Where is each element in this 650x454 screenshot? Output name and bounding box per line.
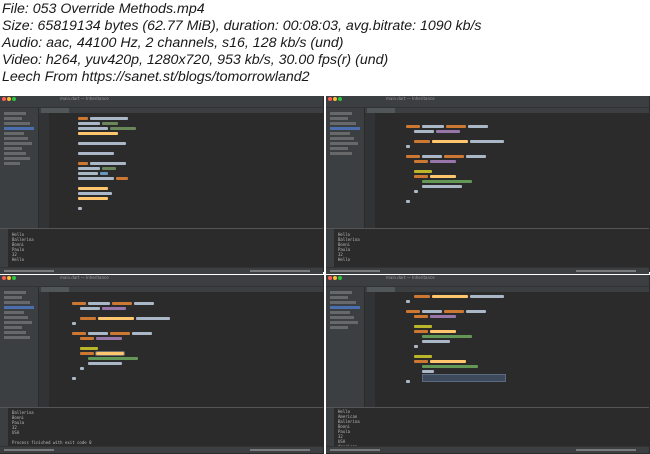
zoom-window-icon[interactable] [12,97,16,101]
output-line: Hello [338,257,351,262]
output-line: Process finished with exit code 0 [12,440,92,445]
output-line: USA [12,430,20,435]
code-editor[interactable] [0,113,323,228]
size-line: Size: 65819134 bytes (62.77 MiB), durati… [2,18,482,34]
ide-screenshot-2: main.dart — Inheritance Hello Ballerina … [326,96,649,274]
close-window-icon[interactable] [2,97,6,101]
autocomplete-popup[interactable] [422,374,506,382]
video-line: Video: h264, yuv420p, 1280x720, 953 kb/s… [2,52,389,68]
zoom-window-icon[interactable] [338,97,342,101]
status-bar [326,446,649,453]
code-editor[interactable] [326,113,649,228]
status-bar [0,267,323,274]
minimize-window-icon[interactable] [333,97,337,101]
close-window-icon[interactable] [2,276,6,280]
close-window-icon[interactable] [328,276,332,280]
status-bar [326,267,649,274]
close-window-icon[interactable] [328,97,332,101]
minimize-window-icon[interactable] [333,276,337,280]
run-output-console[interactable] [326,407,649,448]
zoom-window-icon[interactable] [12,276,16,280]
ide-screenshot-3: main.dart — Inheritance Ballerina Bonni … [0,275,323,453]
ide-screenshot-4: main.dart — Inheritance Hello American B… [326,275,649,453]
zoom-window-icon[interactable] [338,276,342,280]
run-toolbar[interactable] [326,408,334,447]
audio-line: Audio: aac, 44100 Hz, 2 channels, s16, 1… [2,35,344,51]
run-toolbar[interactable] [0,408,8,447]
code-editor[interactable] [0,292,323,407]
output-line: Hello [12,257,25,262]
code-editor[interactable] [326,292,649,407]
run-toolbar[interactable] [0,229,8,268]
file-name-line: File: 053 Override Methods.mp4 [2,1,205,17]
status-bar [0,446,323,453]
video-info-header: File: 053 Override Methods.mp4 Size: 658… [0,0,650,94]
minimize-window-icon[interactable] [7,97,11,101]
leech-line: Leech From https://sanet.st/blogs/tomorr… [2,69,310,85]
run-toolbar[interactable] [326,229,334,268]
run-output-console[interactable] [326,228,649,269]
run-output-console[interactable] [0,228,323,269]
minimize-window-icon[interactable] [7,276,11,280]
ide-screenshot-1: main.dart — Inheritance Hello Ballerina … [0,96,323,274]
